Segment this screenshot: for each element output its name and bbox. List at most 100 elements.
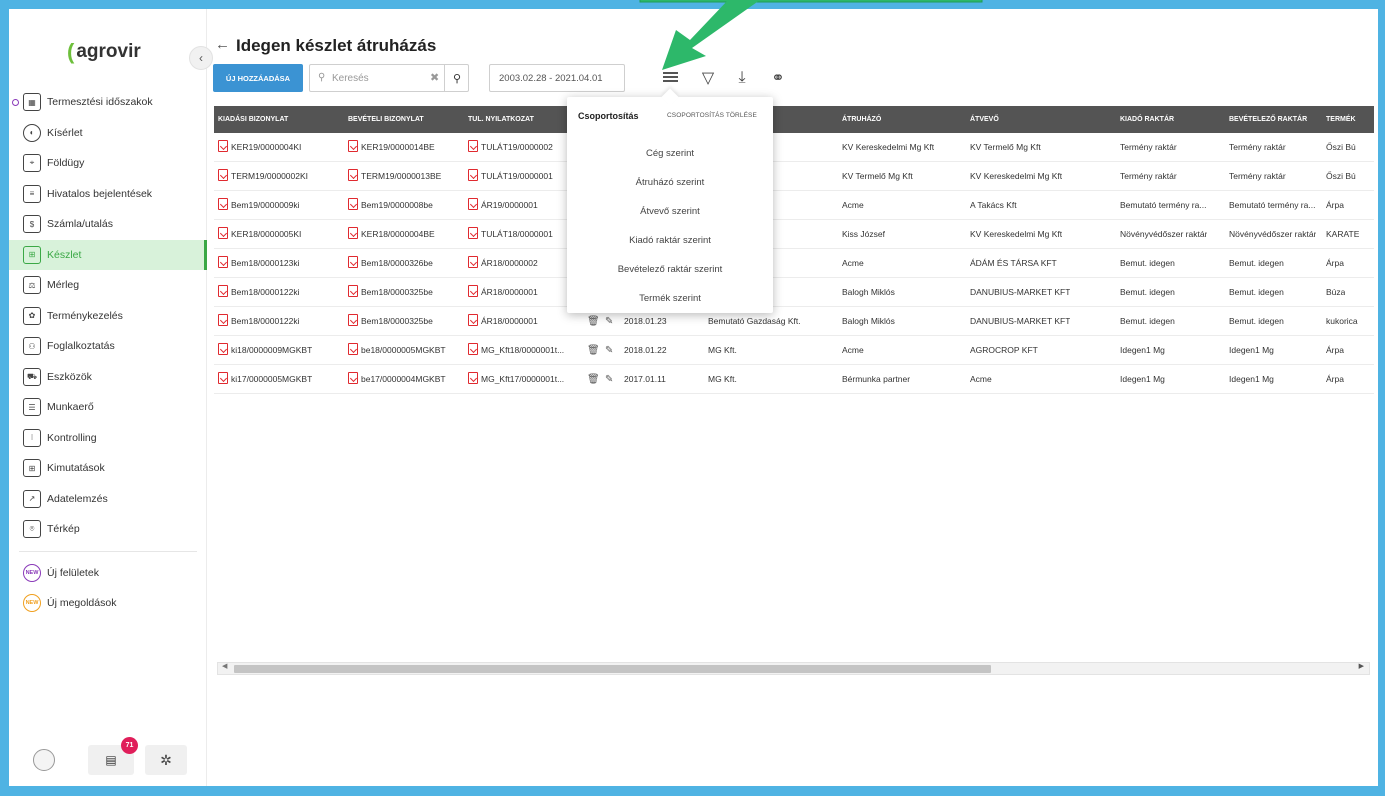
document-link-cell[interactable]: TULÁT19/0000002 — [468, 133, 553, 162]
document-link-cell[interactable]: TULÁT18/0000001 — [468, 220, 553, 249]
edit-icon[interactable]: ✎ — [605, 336, 613, 365]
grouping-option[interactable]: Átvevő szerint — [567, 202, 773, 222]
scroll-right-icon[interactable]: ▶ — [1359, 662, 1364, 670]
table-row[interactable]: KER19/0000004KI KER19/0000014BE TULÁT19/00… — [214, 133, 1374, 162]
document-link-cell[interactable]: Bem19/0000008be — [348, 191, 433, 220]
delete-icon[interactable]: 🗑 — [587, 365, 600, 394]
scrollbar-thumb[interactable] — [234, 665, 991, 673]
document-link-cell[interactable]: ÁR18/0000001 — [468, 278, 538, 307]
document-icon: ≡ — [23, 184, 41, 203]
sidebar-item-2[interactable]: ⌖ Földügy — [9, 148, 207, 179]
document-link-cell[interactable]: KER19/0000004KI — [218, 133, 301, 162]
grouping-option[interactable]: Átruházó szerint — [567, 173, 773, 193]
sidebar-item-7[interactable]: ✿ Terménykezelés — [9, 301, 207, 332]
document-link-cell[interactable]: ÁR19/0000001 — [468, 191, 538, 220]
group-by-button[interactable] — [659, 67, 681, 89]
table-row[interactable]: Bem18/0000122ki Bem18/0000325be ÁR18/00000… — [214, 307, 1374, 336]
document-link-cell[interactable]: TERM19/0000002KI — [218, 162, 308, 191]
delete-icon[interactable]: 🗑 — [587, 336, 600, 365]
document-link-cell[interactable]: Bem18/0000122ki — [218, 307, 300, 336]
user-avatar-icon[interactable] — [33, 749, 55, 771]
search-input[interactable] — [332, 70, 432, 86]
back-arrow-icon[interactable]: ← — [215, 36, 230, 53]
column-header[interactable]: ÁTVEVŐ — [970, 106, 999, 133]
document-number: ki17/0000005MGKBT — [231, 374, 313, 384]
table-row[interactable]: KER18/0000005KI KER18/0000004BE TULÁT18/00… — [214, 220, 1374, 249]
document-link-cell[interactable]: ki18/0000009MGKBT — [218, 336, 312, 365]
column-header[interactable]: TERMÉK — [1326, 106, 1356, 133]
document-link-cell[interactable]: be18/0000005MGKBT — [348, 336, 446, 365]
clear-search-icon[interactable]: ✖ — [430, 71, 439, 84]
document-link-cell[interactable]: Bem18/0000326be — [348, 249, 433, 278]
table-row[interactable]: Bem18/0000123ki Bem18/0000326be ÁR18/00000… — [214, 249, 1374, 278]
sidebar-item-1[interactable]: ◐ Kísérlet — [9, 118, 207, 149]
search-button[interactable]: ⚲ — [444, 65, 469, 91]
document-link-cell[interactable]: MG_Kft18/0000001t... — [468, 336, 564, 365]
table-row[interactable]: Bem19/0000009ki Bem19/0000008be ÁR19/00000… — [214, 191, 1374, 220]
logo[interactable]: ( agrovir — [67, 39, 141, 65]
date-range-picker[interactable]: 2003.02.28 - 2021.04.01 — [489, 64, 625, 92]
column-header[interactable]: BEVÉTELEZŐ RAKTÁR — [1229, 106, 1307, 133]
pdf-icon — [348, 140, 358, 152]
sidebar-item-6[interactable]: ⚖ Mérleg — [9, 270, 207, 301]
document-link-cell[interactable]: be17/0000004MGKBT — [348, 365, 446, 394]
document-link-cell[interactable]: MG_Kft17/0000001t... — [468, 365, 564, 394]
column-header[interactable]: KIADÁSI BIZONYLAT — [218, 106, 288, 133]
column-header[interactable]: BEVÉTELI BIZONYLAT — [348, 106, 424, 133]
document-link-cell[interactable]: Bem18/0000123ki — [218, 249, 300, 278]
table-row[interactable]: Bem18/0000122ki Bem18/0000325be ÁR18/00000… — [214, 278, 1374, 307]
document-link-cell[interactable]: KER19/0000014BE — [348, 133, 435, 162]
column-header[interactable]: TUL. NYILATKOZAT — [468, 106, 534, 133]
document-link-cell[interactable]: Bem18/0000325be — [348, 278, 433, 307]
link-button[interactable]: ⚭ — [767, 67, 789, 89]
document-link-cell[interactable]: KER18/0000004BE — [348, 220, 435, 249]
document-number: Bem18/0000122ki — [231, 316, 300, 326]
sidebar-item-4[interactable]: $ Számla/utalás — [9, 209, 207, 240]
add-new-button[interactable]: ÚJ HOZZÁADÁSA — [213, 64, 303, 92]
table-row[interactable]: TERM19/0000002KI TERM19/0000013BE TULÁT19/… — [214, 162, 1374, 191]
grouping-menu-title: Csoportosítás — [578, 111, 639, 121]
table-row[interactable]: ki17/0000005MGKBT be17/0000004MGKBT MG_Kft… — [214, 365, 1374, 394]
sidebar-item-12[interactable]: ⊞ Kimutatások — [9, 453, 207, 484]
document-link-cell[interactable]: ÁR18/0000001 — [468, 307, 538, 336]
sidebar-item-13[interactable]: ↗ Adatelemzés — [9, 484, 207, 515]
filter-button[interactable]: ▽ — [697, 67, 719, 89]
sidebar-item-5[interactable]: ⊞ Készlet — [9, 239, 207, 270]
download-button[interactable]: ⤓ — [731, 67, 753, 89]
document-link-cell[interactable]: KER18/0000005KI — [218, 220, 301, 249]
table-cell: Búza — [1326, 287, 1346, 297]
sidebar-extra-item-0[interactable]: NEW Új felületek — [9, 558, 207, 589]
table-cell: kukorica — [1326, 316, 1358, 326]
grouping-option[interactable]: Kiadó raktár szerint — [567, 231, 773, 251]
table-cell: Termény raktár — [1120, 171, 1177, 181]
grouping-option[interactable]: Bevételező raktár szerint — [567, 260, 773, 280]
sidebar-item-3[interactable]: ≡ Hivatalos bejelentések — [9, 179, 207, 210]
document-link-cell[interactable]: Bem18/0000122ki — [218, 278, 300, 307]
sidebar-item-0[interactable]: ▦ Termesztési időszakok — [9, 87, 207, 118]
document-link-cell[interactable]: Bem18/0000325be — [348, 307, 433, 336]
table-cell: MG Kft. — [708, 374, 737, 384]
column-header[interactable]: KIADÓ RAKTÁR — [1120, 106, 1174, 133]
sidebar-item-14[interactable]: ⌾ Térkép — [9, 514, 207, 545]
document-link-cell[interactable]: ki17/0000005MGKBT — [218, 365, 312, 394]
edit-icon[interactable]: ✎ — [605, 365, 613, 394]
clear-grouping-button[interactable]: CSOPORTOSÍTÁS TÖRLÉSE — [667, 112, 757, 119]
sidebar-extra-item-1[interactable]: NEW Új megoldások — [9, 588, 207, 619]
scroll-left-icon[interactable]: ◀ — [222, 662, 227, 670]
table-cell: Kiss József — [842, 229, 885, 239]
grouping-option[interactable]: Termék szerint — [567, 289, 773, 309]
sidebar-collapse-button[interactable]: ‹ — [189, 46, 213, 70]
document-link-cell[interactable]: Bem19/0000009ki — [218, 191, 300, 220]
sidebar-item-8[interactable]: ⚇ Foglalkoztatás — [9, 331, 207, 362]
settings-button[interactable]: ✲ — [145, 745, 187, 775]
document-link-cell[interactable]: ÁR18/0000002 — [468, 249, 538, 278]
sidebar-item-11[interactable]: ⁝ Kontrolling — [9, 423, 207, 454]
document-link-cell[interactable]: TULÁT19/0000001 — [468, 162, 553, 191]
column-header[interactable]: ÁTRUHÁZÓ — [842, 106, 881, 133]
grouping-option[interactable]: Cég szerint — [567, 144, 773, 164]
sidebar-item-10[interactable]: ☰ Munkaerő — [9, 392, 207, 423]
table-row[interactable]: ki18/0000009MGKBT be18/0000005MGKBT MG_Kft… — [214, 336, 1374, 365]
document-link-cell[interactable]: TERM19/0000013BE — [348, 162, 441, 191]
sidebar-item-9[interactable]: ⛟ Eszközök — [9, 362, 207, 393]
horizontal-scrollbar[interactable]: ◀ ▶ — [217, 662, 1370, 675]
